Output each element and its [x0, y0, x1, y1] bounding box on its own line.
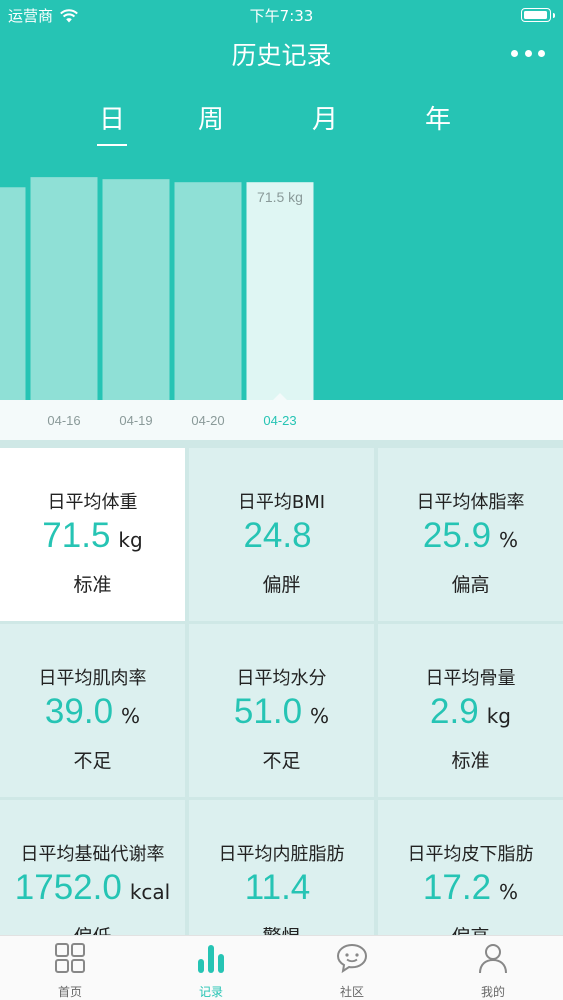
- metric-title: 日平均基础代谢率: [20, 844, 165, 865]
- tabbar-label: 社区: [339, 985, 364, 999]
- weight-bar-chart[interactable]: 1404-1604-1904-2004-2371.5 kg: [0, 150, 563, 450]
- bottom-tab-bar: 首页 记录 社区 我的: [0, 935, 563, 1000]
- metric-value: 51.0: [233, 692, 303, 731]
- metric-card-bone[interactable]: 日平均骨量 2.9 kg 标准: [378, 624, 563, 797]
- more-dots-icon[interactable]: [511, 48, 545, 58]
- metric-title: 日平均BMI: [237, 492, 326, 513]
- chart-bar[interactable]: [30, 177, 98, 400]
- metric-card-water[interactable]: 日平均水分 51.0% 不足: [189, 624, 374, 797]
- tabbar-item-records[interactable]: 记录: [141, 936, 281, 1000]
- tab-year[interactable]: 年: [408, 100, 468, 140]
- metric-card-body-fat[interactable]: 日平均体脂率 25.9% 偏高: [378, 448, 563, 621]
- chart-data-label: 71.5 kg: [257, 189, 303, 205]
- tabbar-item-home[interactable]: 首页: [0, 936, 140, 1000]
- metric-card-muscle[interactable]: 日平均肌肉率 39.0% 不足: [0, 624, 185, 797]
- metric-value: 24.8: [243, 516, 312, 555]
- metric-unit: kg: [486, 704, 511, 728]
- metric-title: 日平均内脏脂肪: [218, 844, 345, 865]
- metric-title: 日平均体重: [47, 492, 138, 513]
- status-time: 下午7:33: [249, 7, 314, 25]
- page-title: 历史记录: [231, 41, 332, 70]
- tabbar-item-profile[interactable]: 我的: [423, 936, 563, 1000]
- metric-value: 11.4: [244, 868, 311, 907]
- user-icon: [479, 944, 507, 974]
- metric-title: 日平均水分: [236, 668, 327, 689]
- tab-week[interactable]: 周: [181, 100, 241, 140]
- chart-bar[interactable]: [246, 182, 314, 400]
- metrics-grid: 日平均体重 71.5 kg 标准 日平均BMI 24.8 偏胖 日平均体脂率 25…: [0, 440, 563, 973]
- metric-status: 不足: [73, 750, 112, 772]
- tabbar-label: 我的: [480, 985, 505, 999]
- metric-value: 2.9: [430, 692, 479, 731]
- bar-chart-icon: [198, 945, 224, 973]
- metric-card-weight[interactable]: 日平均体重 71.5 kg 标准: [0, 448, 185, 621]
- metric-value: 39.0: [44, 692, 114, 731]
- metric-card-bmi[interactable]: 日平均BMI 24.8 偏胖: [189, 448, 374, 621]
- metric-unit: %: [310, 704, 330, 728]
- chart-bar[interactable]: [0, 187, 26, 400]
- chart-tick-label: 04-23: [263, 413, 296, 428]
- metric-unit: kg: [118, 528, 143, 552]
- metric-title: 日平均皮下脂肪: [407, 844, 534, 865]
- tab-day[interactable]: 日: [82, 100, 142, 146]
- tab-month[interactable]: 月: [295, 100, 355, 140]
- metric-status: 标准: [73, 574, 112, 596]
- status-bar: 运营商 下午7:33: [0, 0, 563, 30]
- metric-status: 不足: [262, 750, 301, 772]
- metric-title: 日平均体脂率: [416, 492, 525, 513]
- metric-title: 日平均骨量: [425, 668, 516, 689]
- metric-unit: %: [499, 880, 519, 904]
- metric-status: 标准: [451, 750, 490, 772]
- metric-status: 偏高: [451, 574, 490, 596]
- chart-bar[interactable]: [102, 179, 170, 400]
- metric-status: 偏胖: [262, 574, 301, 596]
- grid-icon: [55, 943, 85, 973]
- tabbar-item-community[interactable]: 社区: [282, 936, 422, 1000]
- metric-title: 日平均肌肉率: [38, 668, 147, 689]
- chart-tick-label: 04-19: [119, 413, 152, 428]
- period-tabs: 日 周 月 年: [0, 100, 563, 150]
- tabbar-label: 首页: [57, 985, 82, 999]
- battery-icon: [521, 8, 555, 22]
- chart-tick-label: 04-20: [191, 413, 224, 428]
- metric-unit: %: [499, 528, 519, 552]
- chat-bubble-icon: [336, 943, 368, 974]
- metric-value: 71.5: [42, 516, 111, 555]
- tabbar-label: 记录: [198, 985, 223, 999]
- chart-bar[interactable]: [174, 182, 242, 400]
- metric-value: 17.2: [422, 868, 492, 907]
- metric-unit: %: [121, 704, 141, 728]
- chart-tick-label: 04-16: [47, 413, 80, 428]
- metric-value: 1752.0: [14, 868, 122, 907]
- metric-unit: kcal: [129, 880, 171, 904]
- metric-value: 25.9: [422, 516, 492, 555]
